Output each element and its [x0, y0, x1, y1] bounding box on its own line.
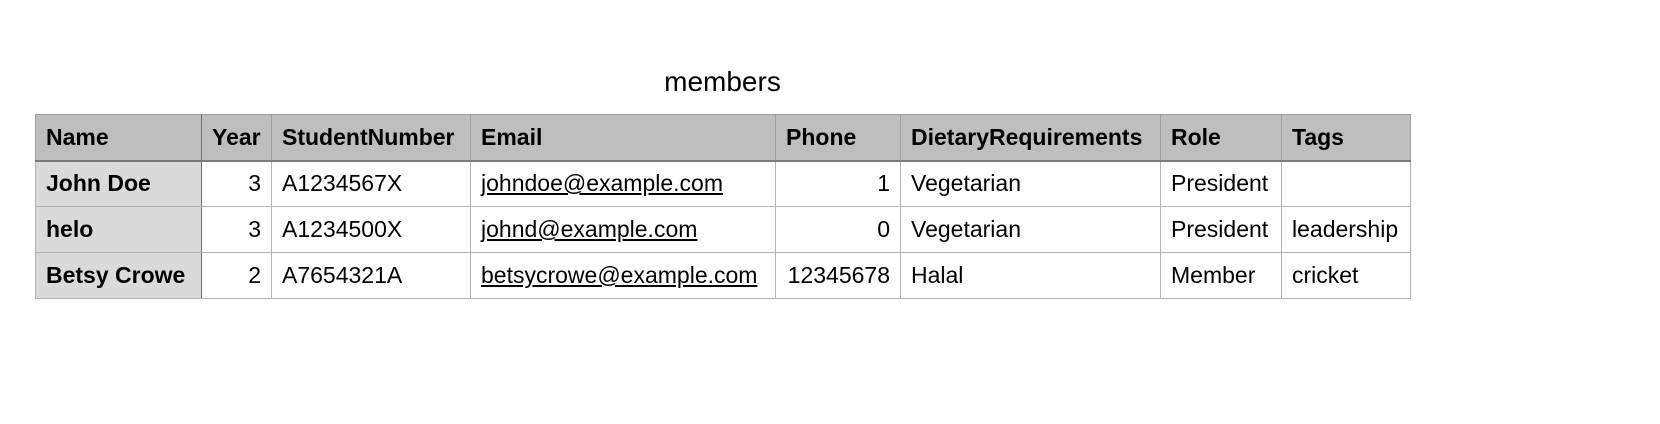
column-header-year[interactable]: Year	[201, 114, 272, 162]
header-row: Name Year StudentNumber Email Phone Diet…	[35, 114, 1411, 162]
table-row: helo 3 A1234500X johnd@example.com 0 Veg…	[35, 206, 1411, 253]
year-cell[interactable]: 3	[201, 206, 272, 253]
column-header-email[interactable]: Email	[470, 114, 776, 162]
tags-cell[interactable]: cricket	[1281, 252, 1411, 299]
email-cell[interactable]: johndoe@example.com	[470, 160, 776, 207]
column-header-student-number[interactable]: StudentNumber	[271, 114, 471, 162]
email-link[interactable]: johnd@example.com	[481, 216, 697, 242]
members-table: Name Year StudentNumber Email Phone Diet…	[35, 114, 1411, 299]
dietary-cell[interactable]: Halal	[900, 252, 1161, 299]
email-link[interactable]: betsycrowe@example.com	[481, 262, 757, 288]
student-number-cell[interactable]: A1234500X	[271, 206, 471, 253]
phone-cell[interactable]: 1	[775, 160, 901, 207]
column-header-phone[interactable]: Phone	[775, 114, 901, 162]
year-cell[interactable]: 2	[201, 252, 272, 299]
phone-cell[interactable]: 0	[775, 206, 901, 253]
table-row: John Doe 3 A1234567X johndoe@example.com…	[35, 160, 1411, 207]
column-header-name[interactable]: Name	[35, 114, 202, 162]
name-cell[interactable]: John Doe	[35, 160, 202, 207]
role-cell[interactable]: Member	[1160, 252, 1282, 299]
name-cell[interactable]: helo	[35, 206, 202, 253]
student-number-cell[interactable]: A7654321A	[271, 252, 471, 299]
table-row: Betsy Crowe 2 A7654321A betsycrowe@examp…	[35, 252, 1411, 299]
role-cell[interactable]: President	[1160, 160, 1282, 207]
email-link[interactable]: johndoe@example.com	[481, 170, 723, 196]
phone-cell[interactable]: 12345678	[775, 252, 901, 299]
table-title: members	[664, 66, 781, 97]
year-cell[interactable]: 3	[201, 160, 272, 207]
tags-cell[interactable]	[1281, 160, 1411, 207]
column-header-tags[interactable]: Tags	[1281, 114, 1411, 162]
dietary-cell[interactable]: Vegetarian	[900, 206, 1161, 253]
name-cell[interactable]: Betsy Crowe	[35, 252, 202, 299]
column-header-dietary-requirements[interactable]: DietaryRequirements	[900, 114, 1161, 162]
role-cell[interactable]: President	[1160, 206, 1282, 253]
column-header-role[interactable]: Role	[1160, 114, 1282, 162]
dietary-cell[interactable]: Vegetarian	[900, 160, 1161, 207]
student-number-cell[interactable]: A1234567X	[271, 160, 471, 207]
email-cell[interactable]: johnd@example.com	[470, 206, 776, 253]
tags-cell[interactable]: leadership	[1281, 206, 1411, 253]
email-cell[interactable]: betsycrowe@example.com	[470, 252, 776, 299]
